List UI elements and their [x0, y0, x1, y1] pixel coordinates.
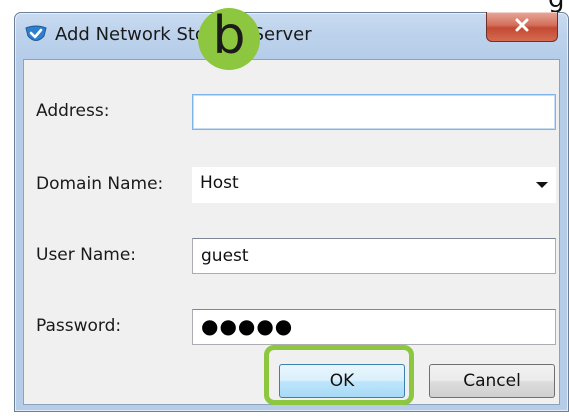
domain-name-value: Host: [200, 173, 239, 193]
user-name-label: User Name:: [36, 245, 137, 265]
ok-button-highlight: [264, 345, 414, 405]
step-badge: b: [198, 8, 260, 70]
step-badge-letter: b: [212, 6, 246, 66]
check-shield-icon: [25, 25, 47, 45]
close-icon: [514, 17, 530, 36]
chevron-down-icon[interactable]: [536, 182, 548, 188]
address-input[interactable]: [192, 94, 556, 130]
address-label: Address:: [36, 101, 110, 121]
password-label: Password:: [36, 316, 122, 336]
password-mask: ●●●●●: [201, 314, 294, 338]
domain-name-label: Domain Name:: [36, 174, 164, 194]
screen: g Add Network Storage Server Address:: [0, 0, 569, 416]
password-input[interactable]: ●●●●●: [192, 309, 556, 345]
title-bar[interactable]: Add Network Storage Server: [15, 12, 568, 59]
user-name-input[interactable]: [192, 238, 556, 274]
dialog-title: Add Network Storage Server: [55, 24, 312, 45]
close-button[interactable]: [486, 12, 558, 42]
domain-name-dropdown[interactable]: Host: [192, 167, 556, 203]
cancel-button[interactable]: Cancel: [429, 364, 555, 398]
